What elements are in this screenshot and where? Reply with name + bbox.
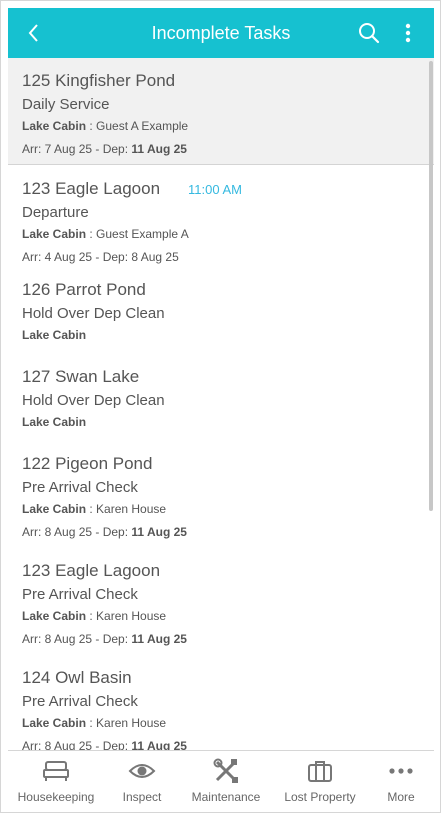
task-dates: Arr: 8 Aug 25 - Dep: 11 Aug 25 [22,739,434,750]
task-unit: Lake Cabin [22,119,87,133]
task-departure: 11 Aug 25 [131,632,187,646]
nav-maintenance[interactable]: Maintenance [180,751,272,806]
task-arrival: Arr: 7 Aug 25 - Dep: [22,142,132,156]
task-unit-guest: Lake Cabin : Guest Example A [22,227,434,241]
task-unit-guest: Lake Cabin : Karen House [22,502,434,516]
task-item[interactable]: 125 Kingfisher Pond Daily Service Lake C… [8,58,434,165]
back-button[interactable] [22,21,46,45]
nav-label: Inspect [122,790,162,804]
task-type: Pre Arrival Check [22,693,138,710]
task-item[interactable]: 123 Eagle Lagoon 11:00 AM Departure Lake… [8,165,434,272]
task-unit-guest: Lake Cabin [22,328,434,342]
task-unit: Lake Cabin [22,227,87,241]
task-list[interactable]: 125 Kingfisher Pond Daily Service Lake C… [8,58,434,750]
app-frame: Incomplete Tasks 125 Kingfisher Pond Dai… [0,0,441,813]
task-guest: : Karen House [86,716,167,730]
task-unit: Lake Cabin [22,328,87,342]
task-dates: Arr: 8 Aug 25 - Dep: 11 Aug 25 [22,525,434,539]
tools-icon [213,758,238,783]
task-type: Pre Arrival Check [22,586,138,603]
eye-icon [128,764,156,778]
task-unit: Lake Cabin [22,415,87,429]
task-guest: : Karen House [86,502,167,516]
task-dates: Arr: 4 Aug 25 - Dep: 8 Aug 25 [22,250,434,264]
task-departure: 11 Aug 25 [131,142,187,156]
task-room-name: 127 Swan Lake [22,367,140,386]
task-type: Hold Over Dep Clean [22,392,165,409]
task-room-name: 123 Eagle Lagoon [22,179,161,198]
task-item[interactable]: 127 Swan Lake Hold Over Dep Clean Lake C… [8,359,434,446]
task-type: Pre Arrival Check [22,479,138,496]
task-arrival: Arr: 4 Aug 25 - Dep: 8 Aug 25 [22,250,179,264]
list-scrollbar[interactable] [429,61,433,511]
task-guest: : Guest A Example [86,119,189,133]
task-unit-guest: Lake Cabin : Karen House [22,609,434,623]
nav-label: Housekeeping [17,790,95,804]
app-header: Incomplete Tasks [8,8,434,58]
chevron-left-icon [28,24,38,42]
task-arrival: Arr: 8 Aug 25 - Dep: [22,739,132,750]
task-departure: 11 Aug 25 [131,739,187,750]
task-dates: Arr: 7 Aug 25 - Dep: 11 Aug 25 [22,142,434,156]
task-room-name: 126 Parrot Pond [22,280,146,299]
task-type: Hold Over Dep Clean [22,305,165,322]
search-icon [359,23,380,44]
task-room-name: 123 Eagle Lagoon [22,561,161,580]
task-unit-guest: Lake Cabin : Karen House [22,716,434,730]
search-button[interactable] [357,21,381,45]
nav-housekeeping[interactable]: Housekeeping [8,751,104,806]
task-room-name: 122 Pigeon Pond [22,454,153,473]
task-dates: Arr: 8 Aug 25 - Dep: 11 Aug 25 [22,632,434,646]
briefcase-icon [308,761,332,782]
task-unit: Lake Cabin [22,716,87,730]
nav-label: Lost Property [284,790,356,804]
nav-lost-property[interactable]: Lost Property [272,751,368,806]
task-unit-guest: Lake Cabin : Guest A Example [22,119,434,133]
task-guest: : Guest Example A [86,227,189,241]
more-horiz-icon [389,768,413,774]
task-arrival: Arr: 8 Aug 25 - Dep: [22,525,132,539]
task-guest: : Karen House [86,609,167,623]
task-departure: 11 Aug 25 [131,525,187,539]
nav-label: More [387,790,415,804]
task-unit-guest: Lake Cabin [22,415,434,429]
bed-icon [43,761,69,781]
task-type: Daily Service [22,96,110,113]
task-arrival: Arr: 8 Aug 25 - Dep: [22,632,132,646]
task-time: 11:00 AM [188,182,242,197]
nav-inspect[interactable]: Inspect [104,751,180,806]
task-type: Departure [22,204,89,221]
task-item[interactable]: 122 Pigeon Pond Pre Arrival Check Lake C… [8,446,434,553]
task-item[interactable]: 124 Owl Basin Pre Arrival Check Lake Cab… [8,660,434,750]
task-room-name: 125 Kingfisher Pond [22,71,176,90]
nav-more[interactable]: More [368,751,434,806]
task-item[interactable]: 126 Parrot Pond Hold Over Dep Clean Lake… [8,272,434,359]
task-unit: Lake Cabin [22,609,87,623]
nav-label: Maintenance [191,790,261,804]
task-unit: Lake Cabin [22,502,87,516]
overflow-menu-button[interactable] [400,20,416,46]
bottom-navigation: Housekeeping Inspect Maintenance Lost Pr… [8,750,434,806]
task-room-name: 124 Owl Basin [22,668,132,687]
task-item[interactable]: 123 Eagle Lagoon Pre Arrival Check Lake … [8,553,434,660]
more-vert-icon [405,23,411,43]
